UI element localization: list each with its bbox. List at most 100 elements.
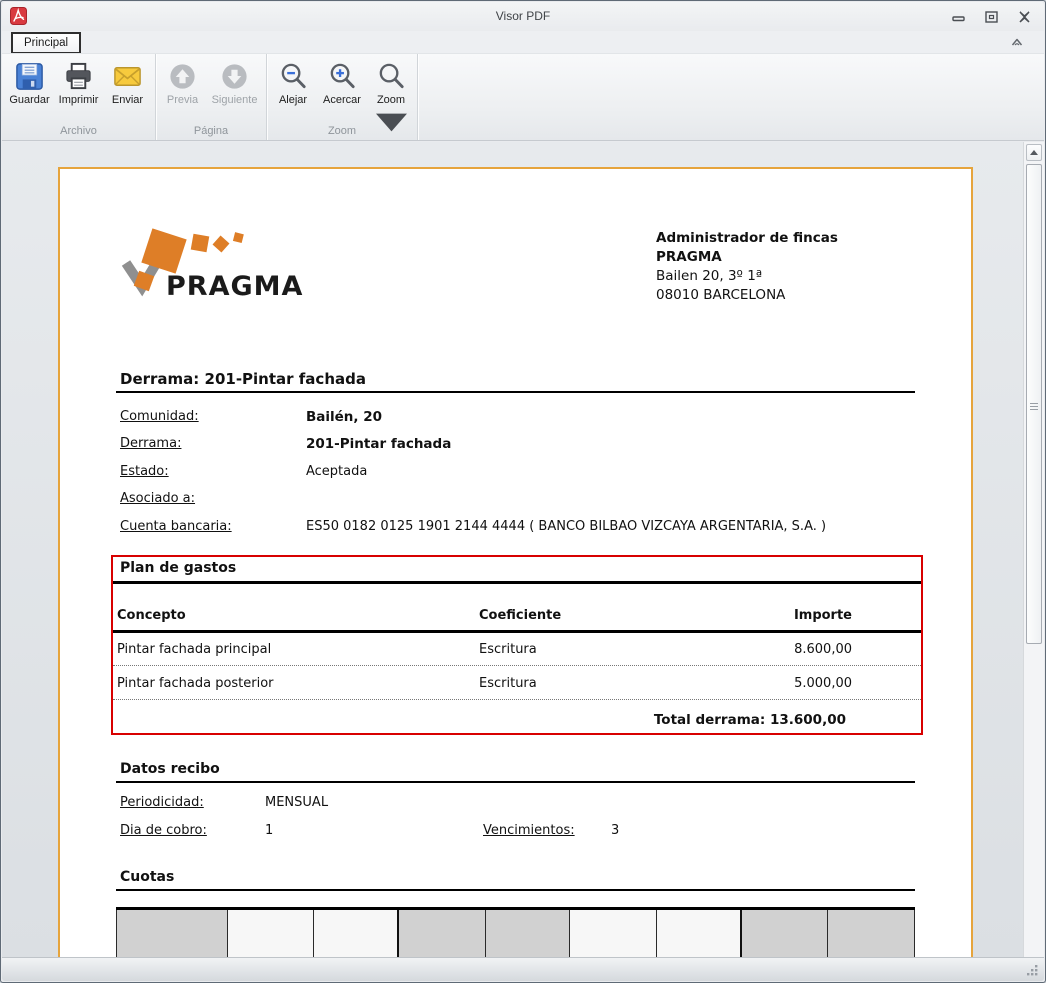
- plan-header-concepto: Concepto: [117, 608, 186, 623]
- scroll-up-button[interactable]: [1026, 144, 1042, 161]
- status-bar: [2, 957, 1044, 981]
- pragma-logo-text: PRAGMA: [166, 271, 303, 302]
- close-icon: [1018, 11, 1031, 23]
- minimize-button[interactable]: [950, 10, 966, 23]
- scroll-up-icon: [1030, 150, 1038, 155]
- plan-row-cell: 5.000,00: [676, 676, 852, 691]
- field-value-comunidad: Bailén, 20: [306, 409, 382, 425]
- title-rule: [116, 391, 915, 393]
- vencimientos-label: Vencimientos:: [483, 823, 575, 838]
- field-label-cuenta: Cuenta bancaria:: [120, 519, 232, 534]
- scrollbar-grip: [1030, 403, 1038, 412]
- document-viewport: PRAGMA Administrador de fincas PRAGMA Ba…: [2, 142, 1044, 957]
- plan-rule: [113, 581, 921, 584]
- enviar-button[interactable]: Enviar: [106, 61, 150, 106]
- plan-title: Plan de gastos: [120, 560, 236, 576]
- group-label-zoom: Zoom: [267, 125, 417, 137]
- imprimir-label: Imprimir: [59, 94, 99, 106]
- sender-line: Administrador de fincas: [656, 229, 838, 248]
- cuotas-title: Cuotas: [120, 869, 174, 885]
- zoom-out-icon: [278, 61, 309, 92]
- imprimir-button[interactable]: Imprimir: [55, 61, 103, 106]
- field-value-cuenta: ES50 0182 0125 1901 2144 4444 ( BANCO BI…: [306, 519, 826, 534]
- title-bar: Visor PDF: [2, 2, 1044, 31]
- dia-cobro-label: Dia de cobro:: [120, 823, 207, 838]
- zoom-icon: [376, 61, 407, 92]
- plan-header-coeficiente: Coeficiente: [479, 608, 561, 623]
- siguiente-button[interactable]: Siguiente: [208, 61, 262, 106]
- sender-line: PRAGMA: [656, 248, 838, 267]
- sender-line: 08010 BARCELONA: [656, 286, 838, 305]
- field-value-estado: Aceptada: [306, 464, 367, 479]
- plan-header-importe: Importe: [676, 608, 852, 623]
- field-label-asociado: Asociado a:: [120, 491, 195, 506]
- siguiente-label: Siguiente: [212, 94, 258, 106]
- scrollbar-thumb[interactable]: [1026, 164, 1042, 644]
- save-icon: [14, 61, 45, 92]
- plan-header-rule: [113, 630, 921, 633]
- window-controls: [950, 10, 1032, 23]
- cuotas-header-cell: [657, 910, 742, 957]
- guardar-button[interactable]: Guardar: [8, 61, 52, 106]
- sender-address: Administrador de fincas PRAGMA Bailen 20…: [656, 229, 838, 305]
- row-divider: [113, 699, 921, 700]
- visor-pdf-window: Visor PDF Principal Guardar: [0, 0, 1046, 983]
- cuotas-header-cell: [742, 910, 828, 957]
- document-page: PRAGMA Administrador de fincas PRAGMA Ba…: [58, 167, 973, 957]
- enviar-label: Enviar: [112, 94, 143, 106]
- window-title: Visor PDF: [2, 2, 1044, 31]
- cuotas-header-cell: [228, 910, 314, 957]
- plan-total: Total derrama: 13.600,00: [546, 712, 846, 728]
- ribbon: Guardar Imprimir Enviar Archivo Previa: [2, 53, 1044, 141]
- recibo-rule: [116, 781, 915, 783]
- guardar-label: Guardar: [9, 94, 49, 106]
- document-title: Derrama: 201-Pintar fachada: [120, 370, 366, 388]
- recibo-title: Datos recibo: [120, 761, 220, 777]
- resize-grip[interactable]: [1024, 962, 1039, 977]
- field-value-derrama: 201-Pintar fachada: [306, 436, 451, 452]
- minimize-icon: [952, 12, 965, 22]
- ribbon-group-pagina: Previa Siguiente Página: [156, 54, 267, 140]
- sender-line: Bailen 20, 3º 1ª: [656, 267, 838, 286]
- vencimientos-value: 3: [611, 823, 619, 838]
- cuotas-header-cell: [116, 910, 228, 957]
- previa-button[interactable]: Previa: [161, 61, 205, 106]
- previous-page-icon: [167, 61, 198, 92]
- zoom-in-icon: [327, 61, 358, 92]
- periodicidad-label: Periodicidad:: [120, 795, 204, 810]
- pragma-logo: PRAGMA: [118, 223, 308, 307]
- next-page-icon: [219, 61, 250, 92]
- field-label-derrama: Derrama:: [120, 436, 181, 451]
- cuotas-header-cell: [570, 910, 657, 957]
- cuotas-header-cell: [399, 910, 486, 957]
- collapse-ribbon-icon[interactable]: [1010, 35, 1024, 47]
- alejar-label: Alejar: [279, 94, 307, 106]
- ribbon-tab-row: Principal: [2, 31, 1044, 53]
- cuotas-header-cell: [828, 910, 915, 957]
- maximize-icon: [985, 11, 998, 23]
- plan-row-cell: Escritura: [479, 642, 537, 657]
- previa-label: Previa: [167, 94, 198, 106]
- plan-row-cell: Pintar fachada principal: [117, 642, 271, 657]
- row-divider: [113, 665, 921, 666]
- vertical-scrollbar[interactable]: [1023, 142, 1044, 957]
- periodicidad-value: MENSUAL: [265, 795, 328, 810]
- maximize-button[interactable]: [983, 10, 999, 23]
- dia-cobro-value: 1: [265, 823, 273, 838]
- acercar-label: Acercar: [323, 94, 361, 106]
- ribbon-group-archivo: Guardar Imprimir Enviar Archivo: [2, 54, 156, 140]
- plan-row-cell: Escritura: [479, 676, 537, 691]
- ribbon-group-zoom: Alejar Acercar Zoom Zoom: [267, 54, 418, 140]
- field-label-estado: Estado:: [120, 464, 169, 479]
- cuotas-header-cell: [314, 910, 399, 957]
- tab-principal[interactable]: Principal: [11, 32, 81, 54]
- group-label-pagina: Página: [156, 125, 266, 137]
- group-label-archivo: Archivo: [2, 125, 155, 137]
- field-label-comunidad: Comunidad:: [120, 409, 199, 424]
- plan-row-cell: 8.600,00: [676, 642, 852, 657]
- print-icon: [63, 61, 94, 92]
- close-button[interactable]: [1016, 10, 1032, 23]
- cuotas-rule: [116, 889, 915, 891]
- send-icon: [112, 61, 143, 92]
- cuotas-table: [116, 907, 915, 957]
